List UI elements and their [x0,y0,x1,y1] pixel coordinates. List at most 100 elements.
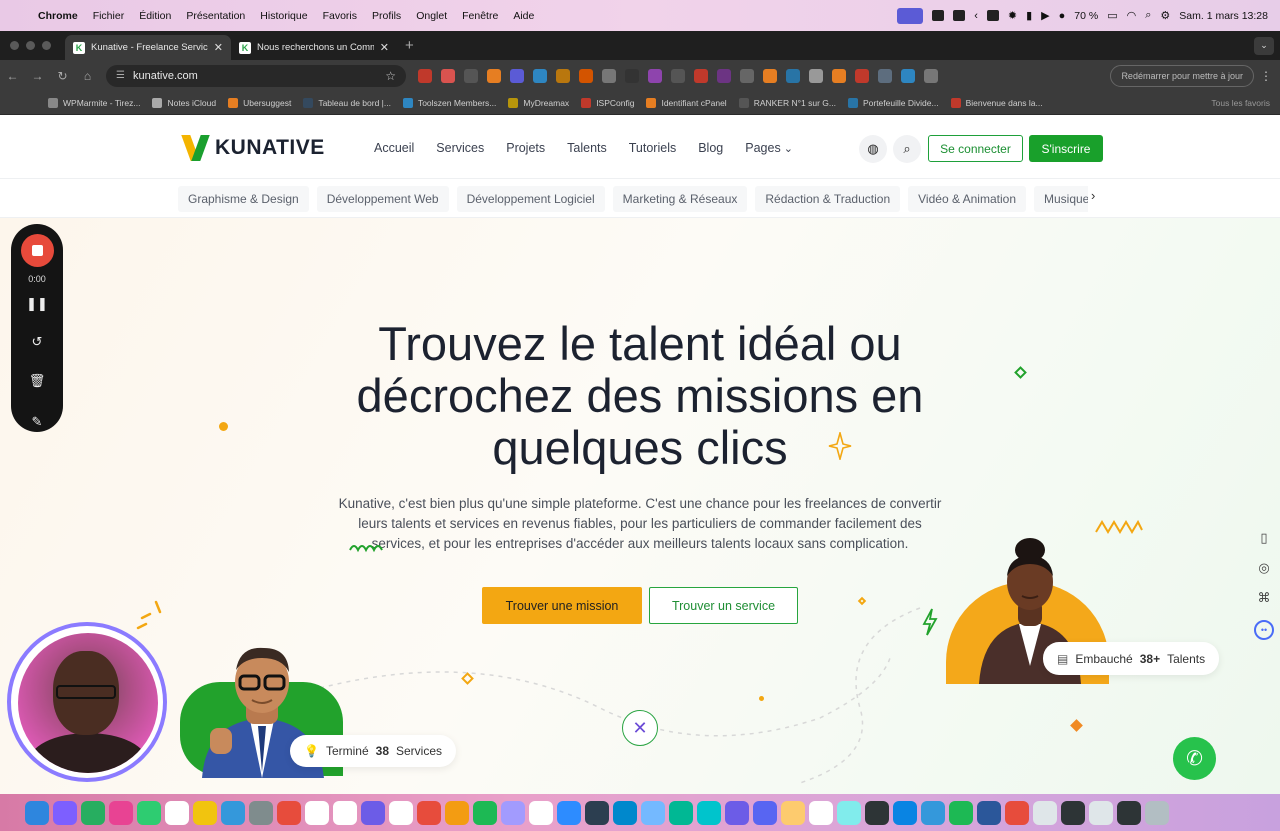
search-icon[interactable]: ⌕ [893,135,921,163]
app-icon[interactable] [585,800,609,825]
battery-icon[interactable]: ▭ [1107,9,1117,22]
nav-projets[interactable]: Projets [506,141,545,155]
app-icon[interactable] [753,800,777,825]
microphone-icon[interactable]: ▮ [1026,9,1032,22]
category-video[interactable]: Vidéo & Animation [908,186,1026,212]
signup-button[interactable]: S'inscrire [1029,135,1103,162]
gear-icon[interactable]: ✹ [1008,9,1017,22]
app-icon[interactable] [529,800,553,825]
app-icon[interactable] [277,800,301,825]
address-bar[interactable]: ☰ kunative.com ☆ [106,64,406,87]
more-menu-icon[interactable]: ⋮ [1260,69,1272,83]
extension-icon[interactable] [602,68,616,83]
site-logo[interactable]: KUNATIVE [181,135,325,161]
chatgpt-icon[interactable] [865,800,889,825]
bookmark-item[interactable]: RANKER N°1 sur G... [738,97,836,108]
puzzle-icon[interactable] [924,68,938,83]
chevron-left-icon[interactable]: ‹ [974,10,978,22]
command-icon[interactable]: ⌘ [1258,590,1271,606]
app-icon[interactable] [893,800,917,825]
word-icon[interactable] [977,800,1001,825]
spotify-icon[interactable] [473,800,497,825]
extension-icon[interactable] [579,68,593,83]
category-graphisme[interactable]: Graphisme & Design [178,186,309,212]
close-tab-icon[interactable]: ✕ [380,41,389,54]
find-service-button[interactable]: Trouver un service [649,587,798,624]
wifi-icon[interactable]: ◠ [1127,9,1137,22]
settings-icon[interactable] [249,800,273,825]
bookmark-item[interactable]: MyDreamax [508,97,569,108]
nav-talents[interactable]: Talents [567,141,607,155]
app-icon[interactable] [781,800,805,825]
bookmark-item[interactable]: WPMarmite - Tirez... [48,97,140,108]
menu-bookmarks[interactable]: Favoris [323,10,357,22]
extension-icon[interactable] [786,68,800,83]
app-icon[interactable] [417,800,441,825]
nav-tutoriels[interactable]: Tutoriels [629,141,676,155]
pause-icon[interactable]: ❚❚ [11,296,63,312]
app-store-icon[interactable] [221,800,245,825]
extension-icon[interactable] [763,68,777,83]
bookmark-item[interactable]: Bienvenue dans la... [950,97,1043,108]
canva-icon[interactable] [697,800,721,825]
messages-icon[interactable] [81,800,105,825]
notion-icon[interactable] [333,800,357,825]
app-icon[interactable] [669,800,693,825]
extension-icon[interactable] [487,68,501,83]
webcam-preview[interactable] [18,633,158,773]
pen-icon[interactable]: ✎ [11,414,63,430]
notion-status-icon[interactable] [953,10,966,21]
photos-icon[interactable] [109,800,133,825]
chatbot-icon[interactable]: •• [1254,620,1274,640]
window-thumbnail[interactable] [1117,800,1141,825]
browser-tab-kunative[interactable]: K Kunative - Freelance Services ✕ [65,35,231,60]
bookmark-item[interactable]: Notes iCloud [152,97,216,108]
bookmark-item[interactable]: ISPConfig [581,97,634,108]
book-icon[interactable]: ▯ [1260,530,1267,546]
window-thumbnail[interactable] [1089,800,1113,825]
minimize-window-button[interactable] [26,41,35,50]
category-redaction[interactable]: Rédaction & Traduction [755,186,901,212]
menu-history[interactable]: Historique [260,10,307,22]
new-tab-button[interactable]: + [405,37,414,54]
status-app-icon[interactable] [986,10,999,21]
status-app-icon[interactable] [932,10,945,21]
close-window-button[interactable] [10,41,19,50]
extension-icon[interactable] [694,68,708,83]
extension-icon[interactable] [717,68,731,83]
bookmark-star-icon[interactable]: ☆ [385,69,396,83]
extension-icon[interactable] [510,68,524,83]
nav-accueil[interactable]: Accueil [374,141,414,155]
close-icon[interactable]: ✕ [622,710,658,746]
restart-to-update-button[interactable]: Redémarrer pour mettre à jour [1110,64,1254,87]
extension-icon[interactable] [878,68,892,83]
home-button[interactable]: ⌂ [75,69,100,83]
app-icon[interactable] [725,800,749,825]
login-button[interactable]: Se connecter [928,135,1023,162]
menubar-clock[interactable]: Sam. 1 mars 13:28 [1179,10,1268,22]
search-icon[interactable]: ⌕ [1145,9,1151,22]
restart-icon[interactable]: ↺ [11,334,63,350]
category-marketing[interactable]: Marketing & Réseaux [612,186,748,212]
category-musique[interactable]: Musique & Audio [1034,186,1088,212]
telegram-icon[interactable] [613,800,637,825]
app-icon[interactable] [921,800,945,825]
trash-icon[interactable] [1145,800,1169,825]
facetime-icon[interactable] [137,800,161,825]
fingerprint-icon[interactable]: ◎ [1258,560,1269,576]
menu-window[interactable]: Fenêtre [462,10,498,22]
tab-search-button[interactable]: ⌄ [1254,36,1274,55]
app-icon[interactable] [949,800,973,825]
calendar-icon[interactable] [165,800,189,825]
app-icon[interactable] [641,800,665,825]
flame-icon[interactable]: ● [1059,10,1066,22]
extension-icon[interactable] [901,68,915,83]
nav-services[interactable]: Services [436,141,484,155]
extension-icon[interactable] [648,68,662,83]
screen-record-icon[interactable] [897,7,924,24]
bookmark-item[interactable]: Tableau de bord |... [303,97,391,108]
app-icon[interactable] [809,800,833,825]
globe-icon[interactable]: ◍ [859,135,887,163]
extension-icon[interactable] [533,68,547,83]
category-dev-logiciel[interactable]: Développement Logiciel [456,186,605,212]
